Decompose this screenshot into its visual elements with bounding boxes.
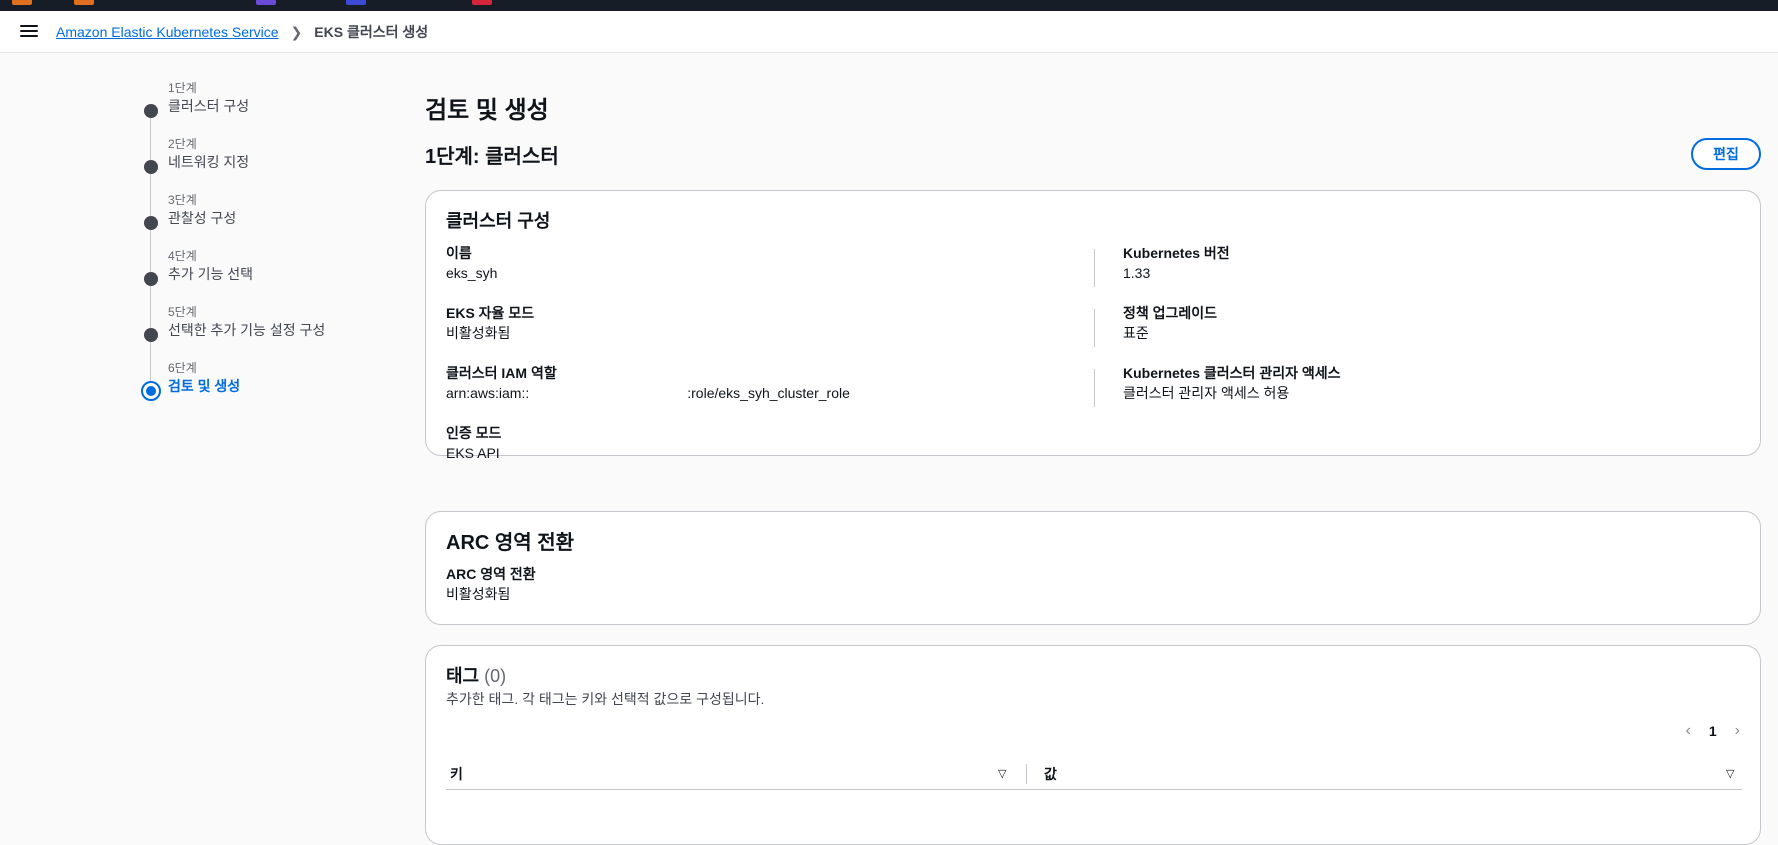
kv-auth-mode: 인증 모드 EKS API: [446, 423, 501, 463]
kv-key: 이름: [446, 245, 472, 261]
step-2[interactable]: 2단계 네트워킹 지정: [140, 136, 400, 216]
step-dot-icon: [144, 272, 158, 286]
step-4[interactable]: 4단계 추가 기능 선택: [140, 248, 400, 328]
pagination: ‹ 1 ›: [1686, 722, 1740, 740]
step-dot-icon: [144, 328, 158, 342]
column-header-key[interactable]: 키: [450, 758, 1020, 790]
breadcrumb-link-eks[interactable]: Amazon Elastic Kubernetes Service: [56, 24, 279, 40]
kv-admin-access: Kubernetes 클러스터 관리자 액세스 클러스터 관리자 액세스 허용: [1123, 363, 1341, 403]
kv-arc-zonal-shift: ARC 영역 전환 비활성화됨: [446, 564, 536, 604]
kv-key: 인증 모드: [446, 425, 502, 441]
page-number[interactable]: 1: [1709, 723, 1717, 739]
console-top-bar: [0, 0, 1778, 11]
breadcrumb-header: Amazon Elastic Kubernetes Service ❯ EKS …: [0, 11, 1778, 53]
kv-name: 이름 eks_syh: [446, 243, 497, 283]
chevron-right-icon[interactable]: ›: [1735, 722, 1740, 740]
favorite-icon-3[interactable]: [256, 0, 276, 5]
arc-zonal-shift-card: ARC 영역 전환 ARC 영역 전환 비활성화됨: [425, 511, 1761, 625]
step-label[interactable]: 클러스터 구성: [168, 96, 400, 116]
kv-k8s-version: Kubernetes 버전 1.33: [1123, 243, 1230, 283]
kv-auto-mode: EKS 자율 모드 비활성화됨: [446, 303, 534, 343]
section-title: 1단계: 클러스터: [425, 146, 559, 168]
kv-key: ARC 영역 전환: [446, 566, 536, 582]
kv-value: arn:aws:iam:::role/eks_syh_cluster_role: [446, 383, 850, 403]
kv-value: 비활성화됨: [446, 325, 511, 341]
iam-arn-prefix: arn:aws:iam::: [446, 385, 530, 401]
favorite-icon-5[interactable]: [472, 0, 492, 5]
kv-value: 클러스터 관리자 액세스 허용: [1123, 385, 1290, 401]
breadcrumb: Amazon Elastic Kubernetes Service ❯ EKS …: [56, 11, 428, 53]
step-label-current[interactable]: 검토 및 생성: [168, 376, 400, 396]
column-label: 키: [450, 766, 463, 782]
tags-title: 태그: [446, 666, 480, 686]
kv-value: eks_syh: [446, 265, 498, 281]
step-label[interactable]: 관찰성 구성: [168, 208, 400, 228]
step-label[interactable]: 네트워킹 지정: [168, 152, 400, 172]
kv-key: 정책 업그레이드: [1123, 305, 1218, 321]
step-3[interactable]: 3단계 관찰성 구성: [140, 192, 400, 272]
breadcrumb-current: EKS 클러스터 생성: [314, 24, 429, 40]
card-title: 태그 (0): [446, 662, 506, 688]
column-divider[interactable]: [1026, 764, 1027, 784]
step-label[interactable]: 추가 기능 선택: [168, 264, 400, 284]
kv-key: Kubernetes 클러스터 관리자 액세스: [1123, 365, 1341, 381]
favorite-icon-1[interactable]: [12, 0, 32, 5]
step-current-dot-icon: [141, 381, 161, 401]
table-header: 키 ▽ 값 ▽: [446, 758, 1742, 790]
sort-icon[interactable]: ▽: [998, 767, 1006, 780]
column-divider: [1094, 249, 1095, 287]
hamburger-menu-icon[interactable]: [20, 22, 38, 40]
tags-count: (0): [484, 666, 507, 686]
chevron-right-icon: ❯: [290, 23, 303, 40]
step-label[interactable]: 선택한 추가 기능 설정 구성: [168, 320, 400, 340]
kv-value: EKS API: [446, 445, 500, 461]
step-number: 3단계: [168, 193, 197, 207]
step-dot-icon: [144, 160, 158, 174]
tags-card: 태그 (0) 추가한 태그. 각 태그는 키와 선택적 값으로 구성됩니다. ‹…: [425, 645, 1761, 845]
column-label: 값: [1044, 766, 1057, 782]
kv-iam-role: 클러스터 IAM 역할 arn:aws:iam:::role/eks_syh_c…: [446, 363, 850, 403]
favorite-icon-2[interactable]: [74, 0, 94, 5]
step-5[interactable]: 5단계 선택한 추가 기능 설정 구성: [140, 304, 400, 384]
step-number: 5단계: [168, 305, 197, 319]
column-header-value[interactable]: 값: [1044, 758, 1734, 790]
chevron-left-icon[interactable]: ‹: [1686, 722, 1691, 740]
cluster-config-card: 클러스터 구성 이름 eks_syh EKS 자율 모드 비활성화됨 클러스터 …: [425, 190, 1761, 461]
kv-value: 표준: [1123, 325, 1149, 341]
step-number: 4단계: [168, 249, 197, 263]
step-dot-icon: [144, 216, 158, 230]
step-1[interactable]: 1단계 클러스터 구성: [140, 80, 400, 160]
kv-key: EKS 자율 모드: [446, 305, 535, 321]
wizard-stepper: 1단계 클러스터 구성 2단계 네트워킹 지정 3단계 관찰성 구성 4단계 추…: [140, 80, 400, 416]
edit-button[interactable]: 편집: [1691, 138, 1761, 170]
step-6[interactable]: 6단계 검토 및 생성: [140, 360, 400, 416]
step-dot-icon: [144, 104, 158, 118]
favorite-icon-4[interactable]: [346, 0, 366, 5]
kv-key: Kubernetes 버전: [1123, 245, 1230, 261]
tags-description: 추가한 태그. 각 태그는 키와 선택적 값으로 구성됩니다.: [446, 691, 765, 707]
sort-icon[interactable]: ▽: [1726, 767, 1734, 780]
page-title: 검토 및 생성: [425, 97, 549, 124]
kv-upgrade-policy: 정책 업그레이드 표준: [1123, 303, 1217, 343]
kv-key: 클러스터 IAM 역할: [446, 365, 557, 381]
column-divider: [1094, 369, 1095, 407]
step-number: 6단계: [168, 361, 197, 375]
kv-value: 1.33: [1123, 265, 1151, 281]
iam-arn-suffix: :role/eks_syh_cluster_role: [687, 385, 850, 401]
card-title: 클러스터 구성: [446, 211, 551, 231]
kv-value: 비활성화됨: [446, 586, 511, 602]
step-number: 1단계: [168, 81, 197, 95]
card-title: ARC 영역 전환: [446, 532, 575, 554]
step-number: 2단계: [168, 137, 197, 151]
column-divider: [1094, 309, 1095, 347]
